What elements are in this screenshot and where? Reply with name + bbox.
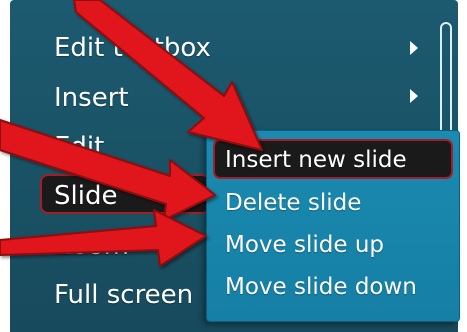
- annotation-arrow: [0, 209, 207, 267]
- annotation-arrows: [0, 0, 263, 267]
- annotation-arrow: [73, 0, 263, 151]
- annotation-arrow: [0, 119, 216, 221]
